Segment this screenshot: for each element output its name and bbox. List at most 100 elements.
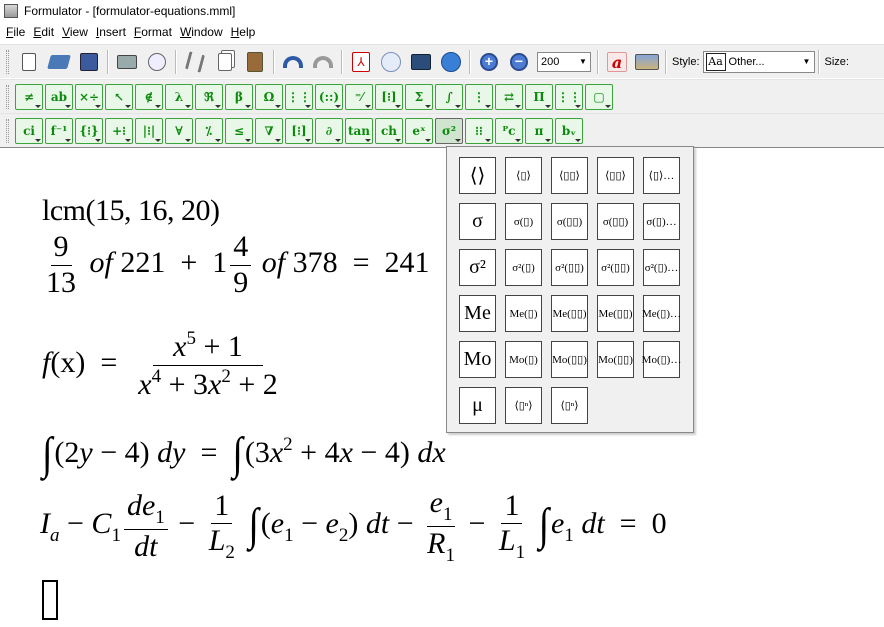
palette-variance-one-arg[interactable]: σ²(▯) — [505, 249, 542, 286]
layout-palette-button[interactable]: ⋮⋮ — [285, 83, 313, 110]
identifier-palette-button[interactable]: ci — [15, 117, 43, 144]
palette-mode-one-arg[interactable]: Mo(▯) — [505, 341, 542, 378]
zoom-select[interactable]: 200 ▼ — [537, 51, 591, 72]
menu-view[interactable]: View — [58, 25, 92, 39]
empty-slot-placeholder[interactable] — [42, 580, 58, 620]
integral-palette-button[interactable]: ∫ — [435, 83, 463, 110]
fractions-palette-button[interactable]: ⁼⁄ — [345, 83, 373, 110]
palette-sigma[interactable]: σ — [459, 203, 496, 240]
hyperbolic-palette-button[interactable]: ch — [375, 117, 403, 144]
font-button[interactable]: a — [604, 49, 630, 75]
palette-mode-two-args[interactable]: Mo(▯▯) — [551, 341, 588, 378]
palette-median[interactable]: Me — [459, 295, 496, 332]
matrix-palette-button[interactable]: [⁝] — [375, 83, 403, 110]
combinatorics-palette-button[interactable]: ᴾc — [495, 117, 523, 144]
arrows-palette-button[interactable]: ↖ — [105, 83, 133, 110]
palette-mean-n-args[interactable]: ⟨▯⟩… — [643, 157, 680, 194]
chevron-down-icon[interactable]: ▼ — [576, 53, 590, 71]
palette-variance-n-args[interactable]: σ²(▯)… — [643, 249, 680, 286]
palette-mu[interactable]: μ — [459, 387, 496, 424]
export-cloud-button[interactable] — [378, 49, 404, 75]
absolute-palette-button[interactable]: |⁝| — [135, 117, 163, 144]
box-palette-button[interactable]: ▢ — [585, 83, 613, 110]
interval-palette-button[interactable]: [⁝] — [285, 117, 313, 144]
palette-sigma-n-args[interactable]: σ(▯)… — [643, 203, 680, 240]
calculus-palette-button[interactable]: ⁒ — [195, 117, 223, 144]
product-palette-button[interactable]: Π — [525, 83, 553, 110]
equation-circuit[interactable]: Ia − C1 de1 dt − 1 L2 ∫(e1 − e2) dt − e1… — [40, 486, 667, 567]
logic-palette-button[interactable]: ∀ — [165, 117, 193, 144]
vector-calculus-palette-button[interactable]: ∇ — [255, 117, 283, 144]
palette-variance-three-args[interactable]: σ²(▯▯) — [597, 249, 634, 286]
units-palette-button[interactable]: bᵥ — [555, 117, 583, 144]
toolbar-grip[interactable] — [6, 49, 9, 74]
partial-derivative-palette-button[interactable]: ∂ — [315, 117, 343, 144]
palette-variance[interactable]: σ² — [459, 249, 496, 286]
brackets-palette-button[interactable]: (::) — [315, 83, 343, 110]
menu-window[interactable]: Window — [176, 25, 227, 39]
print-preview-button[interactable] — [144, 49, 170, 75]
text-styles-palette-button[interactable]: ab — [45, 83, 73, 110]
sets-palette-button[interactable]: {⁝} — [75, 117, 103, 144]
palette-sigma-three-args[interactable]: σ(▯▯) — [597, 203, 634, 240]
export-pdf-button[interactable]: ⅄ — [348, 49, 374, 75]
palette-moment[interactable]: ⟨▯ⁿ⟩ — [505, 387, 542, 424]
equation-fraction-of[interactable]: 9 13 of 221 + 1 4 9 of 378 = 241 — [40, 230, 430, 300]
cut-button[interactable] — [182, 49, 208, 75]
inequality-palette-button[interactable]: ≤ — [225, 117, 253, 144]
statistics-palette-button[interactable]: σ² — [435, 117, 463, 144]
menu-format[interactable]: Format — [130, 25, 176, 39]
arrows-labeled-palette-button[interactable]: ⇄ — [495, 83, 523, 110]
linear-algebra-palette-button[interactable]: ⁝⁝ — [465, 117, 493, 144]
palette-sigma-two-args[interactable]: σ(▯▯) — [551, 203, 588, 240]
equation-lcm[interactable]: lcm(15, 16, 20) — [42, 194, 220, 228]
style-select[interactable]: Aa Other... ▼ — [702, 50, 815, 73]
chevron-down-icon[interactable]: ▼ — [800, 53, 814, 71]
scripts-palette-button[interactable]: ⋮ — [465, 83, 493, 110]
zoom-in-button[interactable]: + — [476, 49, 502, 75]
menu-help[interactable]: Help — [227, 25, 260, 39]
palette-mode[interactable]: Mo — [459, 341, 496, 378]
palette-median-one-arg[interactable]: Me(▯) — [505, 295, 542, 332]
menu-edit[interactable]: Edit — [29, 25, 58, 39]
palette-central-moment[interactable]: ⟨▯ⁿ⟩ — [551, 387, 588, 424]
exponential-palette-button[interactable]: eˣ — [405, 117, 433, 144]
constants-palette-button[interactable]: π — [525, 117, 553, 144]
palette-median-n-args[interactable]: Me(▯)… — [642, 295, 681, 332]
toolbar-grip[interactable] — [6, 118, 9, 143]
palette-median-two-args[interactable]: Me(▯▯) — [551, 295, 588, 332]
redo-button[interactable] — [310, 49, 336, 75]
arithmetic-palette-button[interactable]: +⁝ — [105, 117, 133, 144]
palette-mean-brackets[interactable]: ⟨⟩ — [459, 157, 496, 194]
menu-file[interactable]: File — [2, 25, 29, 39]
palette-variance-two-args[interactable]: σ²(▯▯) — [551, 249, 588, 286]
greek-upper-palette-button[interactable]: Ω — [255, 83, 283, 110]
relations-palette-button[interactable]: ≠ — [15, 83, 43, 110]
export-image-button[interactable] — [408, 49, 434, 75]
equation-integral[interactable]: ∫(2y − 4) dy = ∫(3x2 + 4x − 4) dx — [42, 429, 446, 479]
equation-editor[interactable]: lcm(15, 16, 20) 9 13 of 221 + 1 4 9 of 3… — [0, 147, 884, 627]
sum-palette-button[interactable]: Σ — [405, 83, 433, 110]
palette-sigma-one-arg[interactable]: σ(▯) — [505, 203, 542, 240]
greek-lower-palette-button[interactable]: λ — [165, 83, 193, 110]
toolbar-grip[interactable] — [6, 84, 9, 109]
background-button[interactable] — [634, 49, 660, 75]
palette-mean-two-args[interactable]: ⟨▯▯⟩ — [551, 157, 588, 194]
palette-mode-three-args[interactable]: Mo(▯▯) — [597, 341, 634, 378]
table-palette-button[interactable]: ⋮⋮ — [555, 83, 583, 110]
undo-button[interactable] — [280, 49, 306, 75]
paste-button[interactable] — [242, 49, 268, 75]
greek-palette-button[interactable]: β — [225, 83, 253, 110]
open-button[interactable] — [46, 49, 72, 75]
palette-mode-n-args[interactable]: Mo(▯)… — [642, 341, 681, 378]
print-button[interactable] — [114, 49, 140, 75]
set-relations-palette-button[interactable]: ∉ — [135, 83, 163, 110]
inverse-function-palette-button[interactable]: f⁻¹ — [45, 117, 73, 144]
symbols-palette-button[interactable]: ℜ — [195, 83, 223, 110]
zoom-out-button[interactable]: − — [506, 49, 532, 75]
palette-mean-three-args[interactable]: ⟨▯▯⟩ — [597, 157, 634, 194]
equation-function[interactable]: f(x) = x5 + 1 x4 + 3x2 + 2 — [42, 328, 284, 402]
export-web-button[interactable] — [438, 49, 464, 75]
menu-insert[interactable]: Insert — [92, 25, 130, 39]
copy-button[interactable] — [212, 49, 238, 75]
